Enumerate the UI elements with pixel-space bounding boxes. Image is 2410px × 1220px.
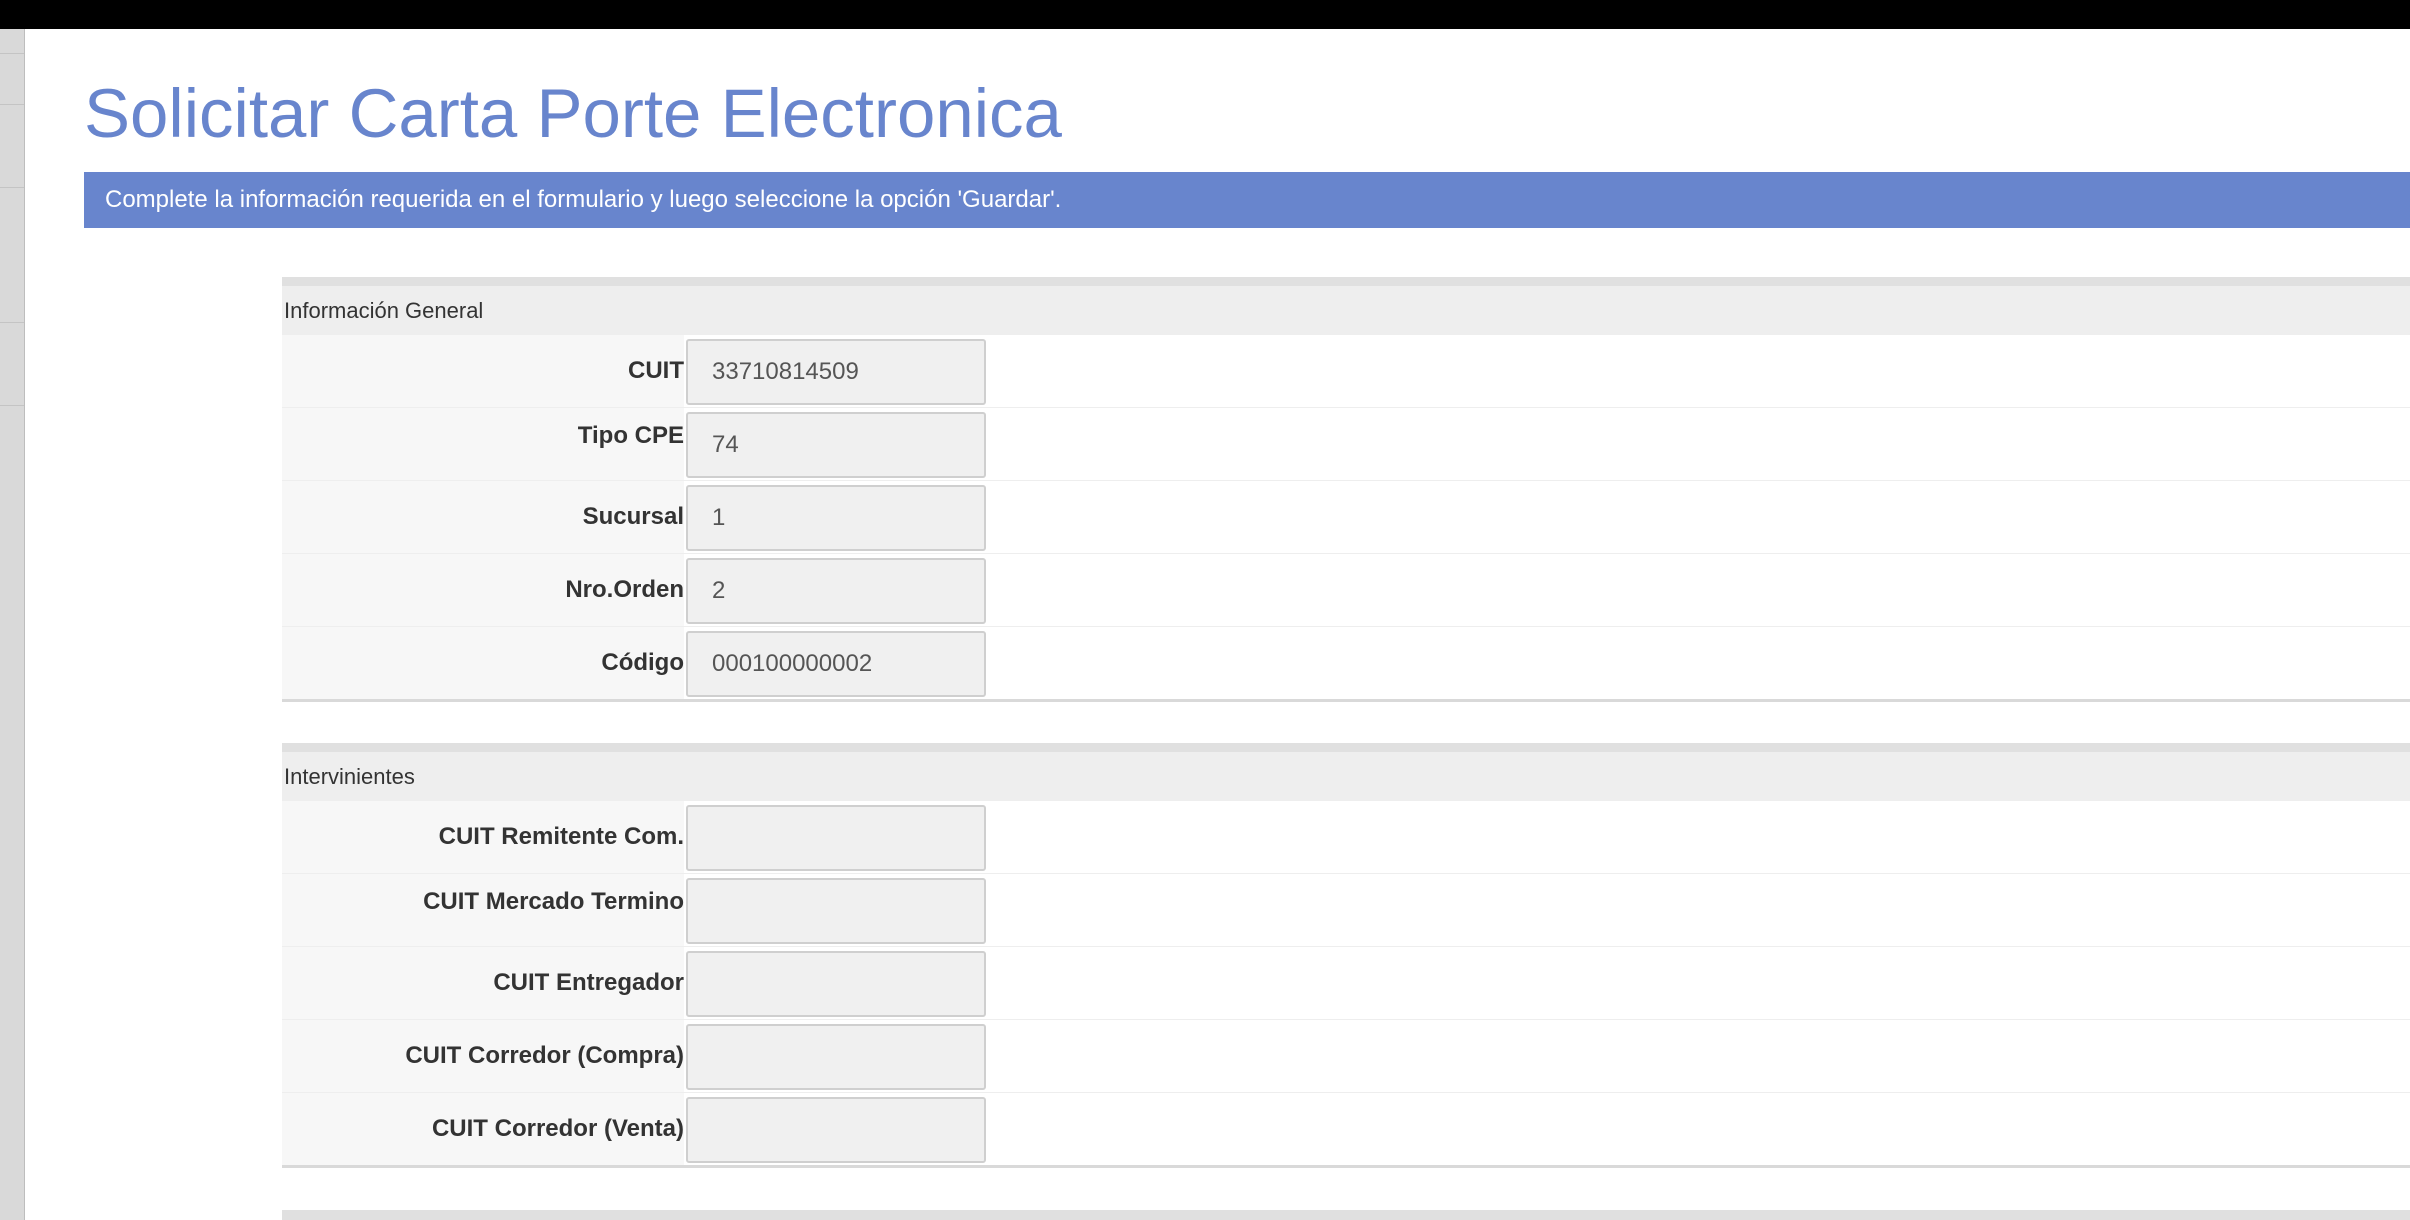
- form-row-nro-orden: Nro.Orden: [282, 554, 2410, 627]
- label-cell: CUIT Mercado Termino: [282, 874, 684, 946]
- side-panel-divider: [0, 405, 24, 406]
- side-panel-divider: [0, 187, 24, 188]
- section-intervinientes: Intervinientes CUIT Remitente Com. CUIT …: [282, 743, 2410, 1168]
- page-title: Solicitar Carta Porte Electronica: [84, 75, 1062, 152]
- left-side-panel-edge: [0, 29, 25, 1220]
- nro-orden-field[interactable]: [686, 558, 986, 624]
- form-row-cuit-corredor-venta: CUIT Corredor (Venta): [282, 1093, 2410, 1165]
- cuit-mercado-termino-field[interactable]: [686, 878, 986, 944]
- label-cell: Nro.Orden: [282, 554, 684, 626]
- section-header: Intervinientes: [282, 752, 2410, 801]
- label-cell: CUIT Corredor (Venta): [282, 1093, 684, 1165]
- next-section-border: [282, 1210, 2410, 1220]
- field-label-cuit-remitente-com: CUIT Remitente Com.: [438, 823, 684, 850]
- field-label-nro-orden: Nro.Orden: [565, 576, 684, 603]
- cuit-corredor-venta-field[interactable]: [686, 1097, 986, 1163]
- side-panel-divider: [0, 322, 24, 323]
- side-panel-divider: [0, 104, 24, 105]
- field-label-tipo-cpe: Tipo CPE: [577, 422, 684, 449]
- field-label-cuit-corredor-venta: CUIT Corredor (Venta): [431, 1115, 684, 1142]
- section-header: Información General: [282, 286, 2410, 335]
- form-row-cuit-mercado-termino: CUIT Mercado Termino: [282, 874, 2410, 947]
- label-cell: CUIT Entregador: [282, 947, 684, 1019]
- form-row-cuit-corredor-compra: CUIT Corredor (Compra): [282, 1020, 2410, 1093]
- tipo-cpe-field[interactable]: [686, 412, 986, 478]
- label-cell: CUIT: [282, 335, 684, 407]
- field-label-codigo: Código: [601, 649, 684, 676]
- sucursal-field[interactable]: [686, 485, 986, 551]
- form-row-cuit-remitente-com: CUIT Remitente Com.: [282, 801, 2410, 874]
- cuit-field[interactable]: [686, 339, 986, 405]
- cuit-entregador-field[interactable]: [686, 951, 986, 1017]
- form-row-sucursal: Sucursal: [282, 481, 2410, 554]
- form-row-codigo: Código: [282, 627, 2410, 699]
- form-row-cuit: CUIT: [282, 335, 2410, 408]
- label-cell: Sucursal: [282, 481, 684, 553]
- field-label-sucursal: Sucursal: [582, 503, 684, 530]
- side-panel-divider: [0, 53, 24, 54]
- label-cell: CUIT Remitente Com.: [282, 801, 684, 873]
- section-informacion-general: Información General CUIT Tipo CPE Sucurs…: [282, 277, 2410, 702]
- label-cell: Código: [282, 627, 684, 699]
- label-cell: CUIT Corredor (Compra): [282, 1020, 684, 1092]
- window-top-bar: [0, 0, 2410, 29]
- cuit-corredor-compra-field[interactable]: [686, 1024, 986, 1090]
- field-label-cuit: CUIT: [628, 357, 684, 384]
- field-label-cuit-mercado-termino: CUIT Mercado Termino: [423, 888, 684, 915]
- form-row-tipo-cpe: Tipo CPE: [282, 408, 2410, 481]
- field-label-cuit-entregador: CUIT Entregador: [493, 969, 684, 996]
- label-cell: Tipo CPE: [282, 408, 684, 480]
- codigo-field[interactable]: [686, 631, 986, 697]
- cuit-remitente-com-field[interactable]: [686, 805, 986, 871]
- instructions-banner: Complete la información requerida en el …: [84, 172, 2410, 228]
- form-row-cuit-entregador: CUIT Entregador: [282, 947, 2410, 1020]
- field-label-cuit-corredor-compra: CUIT Corredor (Compra): [405, 1042, 684, 1069]
